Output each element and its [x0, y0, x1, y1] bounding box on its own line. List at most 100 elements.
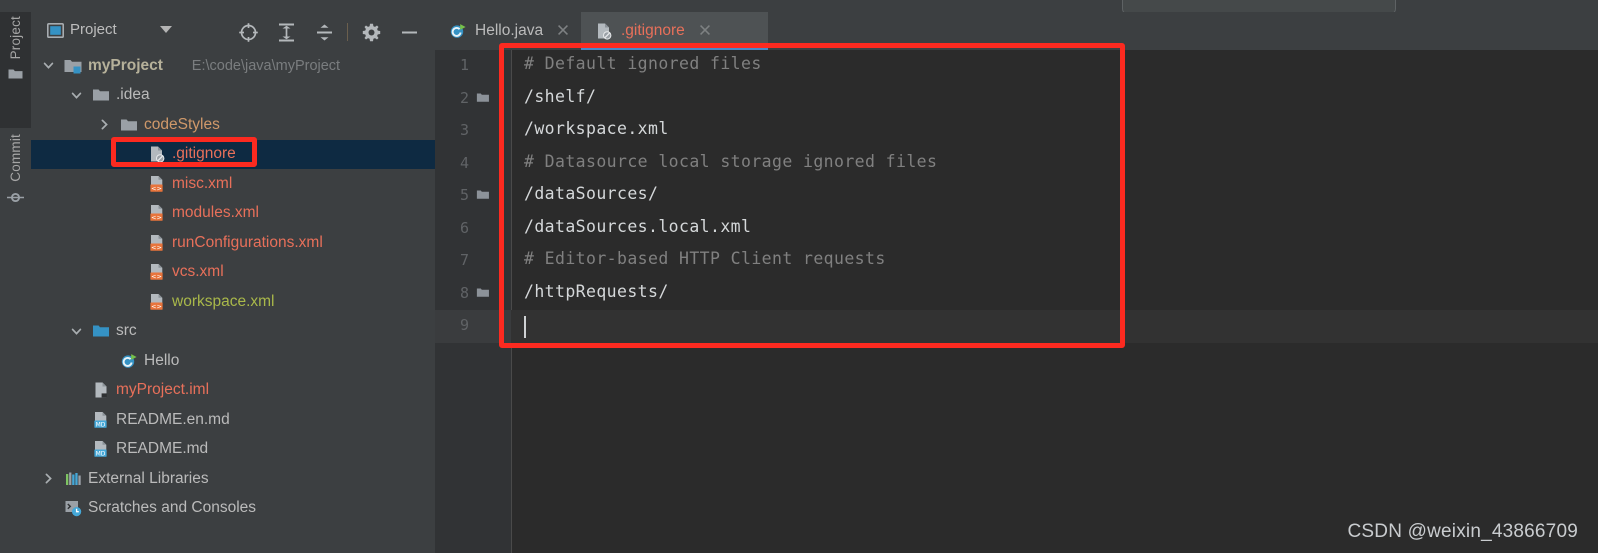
- stripe-button-project[interactable]: Project: [0, 12, 31, 128]
- tree-row-label: Scratches and Consoles: [88, 499, 257, 517]
- xml-file-icon: <>: [148, 263, 166, 281]
- tree-row-runconfigurations-xml[interactable]: <> runConfigurations.xml: [31, 228, 435, 258]
- scratches-icon: [64, 499, 82, 517]
- fold-folder-icon[interactable]: [475, 92, 492, 111]
- tree-row-workspace-xml[interactable]: <> workspace.xml: [31, 287, 435, 317]
- close-icon[interactable]: [551, 22, 571, 41]
- tree-row-label: README.md: [116, 440, 209, 458]
- tree-row-label: myProject.iml: [116, 381, 210, 399]
- line-number: 6: [459, 218, 469, 237]
- hide-icon[interactable]: [390, 19, 428, 45]
- tree-row-label: runConfigurations.xml: [172, 233, 323, 251]
- tree-row-myproject[interactable]: myProject E:\code\java\myProject: [31, 51, 435, 81]
- collapse-all-icon[interactable]: [305, 19, 343, 45]
- java-class-runnable-icon: [120, 352, 138, 370]
- main-toolbar-strip: [0, 0, 1598, 14]
- tree-row-modules-xml[interactable]: <> modules.xml: [31, 199, 435, 229]
- chevron-down-icon[interactable]: [70, 89, 84, 103]
- line-number: 5: [459, 186, 469, 204]
- tree-row-label: vcs.xml: [172, 263, 224, 281]
- folder-icon: [120, 116, 138, 134]
- xml-file-icon: <>: [148, 234, 166, 252]
- stripe-button-commit[interactable]: Commit: [0, 130, 31, 246]
- svg-text:<>: <>: [151, 213, 162, 221]
- source-folder-icon: [92, 322, 110, 340]
- left-tool-window-stripe: Project Commit: [0, 12, 31, 553]
- gitignore-file-icon: [595, 22, 613, 40]
- line-number: 7: [459, 251, 469, 269]
- stripe-label-project: Project: [8, 16, 23, 60]
- editor-tab-label: Hello.java: [475, 22, 544, 39]
- project-panel-header: Project: [31, 12, 435, 50]
- fold-folder-icon[interactable]: [475, 287, 492, 306]
- tree-row-label: External Libraries: [88, 469, 209, 487]
- java-class-runnable-icon: [449, 22, 467, 40]
- project-tool-window: Project myProject E:\code\java\myProject…: [31, 12, 435, 553]
- folder-icon: [8, 67, 23, 85]
- tree-row-scratches-and-consoles[interactable]: Scratches and Consoles: [31, 494, 435, 524]
- tree-row-myproject-iml[interactable]: myProject.iml: [31, 376, 435, 406]
- stripe-label-commit: Commit: [8, 134, 23, 182]
- commit-icon: [7, 190, 24, 210]
- tree-row-label: codeStyles: [144, 115, 220, 133]
- tree-row-label: misc.xml: [172, 174, 233, 192]
- line-number: 9: [459, 316, 469, 334]
- tree-row-codestyles[interactable]: codeStyles: [31, 110, 435, 140]
- watermark-text: CSDN @weixin_43866709: [1347, 521, 1578, 542]
- svg-text:<>: <>: [151, 243, 162, 251]
- project-panel-title: Project: [70, 21, 117, 38]
- toolbar-divider: [347, 23, 348, 41]
- tree-row-hello[interactable]: Hello: [31, 346, 435, 376]
- close-icon[interactable]: [693, 22, 713, 41]
- markdown-file-icon: MD: [92, 411, 110, 429]
- svg-text:MD: MD: [96, 450, 106, 457]
- tree-row-readme-en-md[interactable]: MD README.en.md: [31, 405, 435, 435]
- iml-file-icon: [92, 381, 110, 399]
- chevron-down-icon[interactable]: [160, 26, 172, 33]
- chevron-right-icon[interactable]: [42, 472, 56, 486]
- tree-row-label: modules.xml: [172, 204, 259, 222]
- chevron-down-icon[interactable]: [70, 325, 84, 339]
- editor-tab-label: .gitignore: [621, 22, 685, 39]
- xml-file-icon: <>: [148, 175, 166, 193]
- tree-row-src[interactable]: src: [31, 317, 435, 347]
- tree-row-path: E:\code\java\myProject: [191, 57, 341, 74]
- chevron-down-icon[interactable]: [42, 59, 56, 73]
- project-view-icon: [47, 23, 64, 43]
- module-folder-icon: [64, 57, 82, 75]
- line-number: 1: [459, 56, 469, 74]
- ide-window: Project Commit Project myProject E:\code…: [0, 0, 1598, 553]
- tree-row-label: myProject: [88, 56, 163, 74]
- external-libraries-icon: [64, 470, 82, 488]
- tree-row-label: README.en.md: [116, 410, 230, 428]
- settings-gear-icon[interactable]: [352, 19, 390, 45]
- select-opened-file-icon[interactable]: [229, 19, 267, 45]
- tree-row-external-libraries[interactable]: External Libraries: [31, 464, 435, 494]
- tree-row-misc-xml[interactable]: <> misc.xml: [31, 169, 435, 199]
- chevron-right-icon[interactable]: [98, 118, 112, 132]
- markdown-file-icon: MD: [92, 440, 110, 458]
- svg-text:<>: <>: [151, 302, 162, 310]
- line-number: 3: [459, 121, 469, 139]
- tree-row-label: src: [116, 322, 137, 340]
- folder-icon: [92, 86, 110, 104]
- line-number: 4: [459, 153, 469, 172]
- tree-row-label: .idea: [116, 86, 150, 104]
- project-tree: myProject E:\code\java\myProject .idea code…: [31, 51, 435, 523]
- line-number: 8: [459, 283, 469, 302]
- expand-all-icon[interactable]: [267, 19, 305, 45]
- xml-file-icon: <>: [148, 204, 166, 222]
- tree-row-idea[interactable]: .idea: [31, 81, 435, 111]
- svg-text:<>: <>: [151, 272, 162, 280]
- tree-row-readme-md[interactable]: MD README.md: [31, 435, 435, 465]
- line-number: 2: [459, 88, 469, 107]
- annotation-box-tree: [111, 137, 257, 167]
- svg-text:MD: MD: [96, 421, 106, 428]
- svg-text:<>: <>: [151, 184, 162, 192]
- tree-row-label: workspace.xml: [172, 292, 275, 310]
- fold-folder-icon[interactable]: [475, 189, 492, 208]
- tree-row-vcs-xml[interactable]: <> vcs.xml: [31, 258, 435, 288]
- annotation-box-editor: [499, 43, 1125, 348]
- project-panel-toolbar: [229, 19, 428, 45]
- xml-file-icon: <>: [148, 293, 166, 311]
